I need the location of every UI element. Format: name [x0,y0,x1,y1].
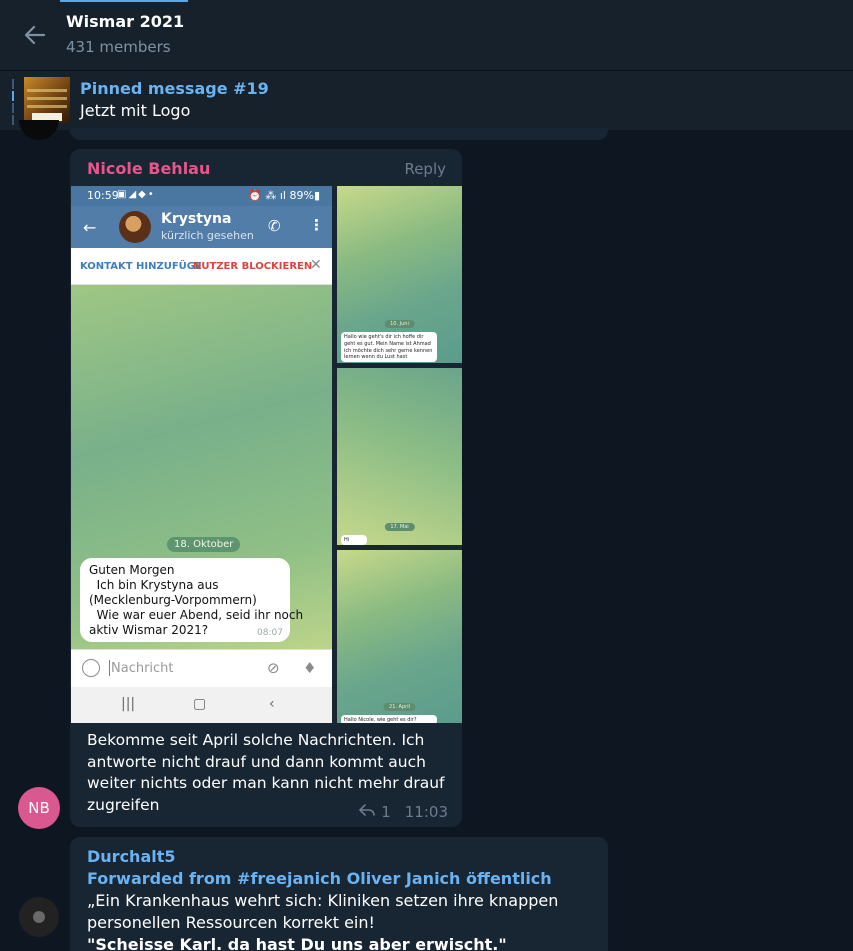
avatar[interactable] [19,897,59,937]
pinned-text: Jetzt mit Logo [80,101,191,120]
phone-chat-header: ← Krystyna kürzlich gesehen ✆ ⋮ [71,206,332,248]
chat-window: Wismar 2021 431 members Pinned message #… [0,0,853,951]
phone-battery: ⏰ ⁂ ıl 89%▮ [248,189,320,202]
thumb-message: Hallo Nicole, wie geht es dir? [341,715,437,723]
photo-thumbnail[interactable]: 17. Mai Hi [337,368,462,545]
pinned-thumbnail [24,77,70,123]
message-time: 11:03 [404,803,448,821]
previous-message-bubble [70,128,608,140]
chat-header: Wismar 2021 431 members [0,0,853,70]
mic-icon: ♦ [303,659,317,677]
attach-icon: ⊘ [267,659,280,677]
phone-message-time: 08:07 [257,628,283,638]
text-cursor [109,660,110,676]
reply-button[interactable]: Reply [404,160,446,178]
phone-contact-status: kürzlich gesehen [161,229,254,242]
thumb-date: 21. April [383,703,416,711]
pinned-message-bar[interactable]: Pinned message #19 Jetzt mit Logo [0,70,853,130]
photo-thumbnail[interactable]: 21. April Hallo Nicole, wie geht es dir? [337,550,462,723]
emoji-icon [82,659,100,677]
pinned-title: Pinned message #19 [80,79,269,98]
photo-thumbnail[interactable]: 10. Juni Hallo wie geht's dir ich hoffe … [337,186,462,363]
thumb-message: Hallo wie geht's dir ich hoffe dir geht … [341,332,437,362]
avatar[interactable] [19,120,59,140]
phone-chat-area: 18. Oktober Guten Morgen Ich bin Krystyn… [71,285,332,649]
thumb-message: Hi [341,535,367,545]
sender-name[interactable]: Durchalt5 [87,847,176,866]
pinned-indicator [12,79,14,125]
phone-add-contact: KONTAKT HINZUFÜGE [80,261,202,272]
phone-date-label: 18. Oktober [167,537,241,552]
sender-name[interactable]: Nicole Behlau [87,159,210,178]
header-progress-line [60,0,188,2]
phone-input-bar: Nachricht ⊘ ♦ [71,649,332,687]
phone-input-placeholder: Nachricht [111,661,174,676]
avatar[interactable]: NB [18,787,60,829]
message-text-line: "Scheisse Karl. da hast Du uns aber erwi… [87,935,507,951]
chat-title[interactable]: Wismar 2021 [66,12,184,31]
forwarded-from[interactable]: Forwarded from #freejanich Oliver Janich… [87,869,552,888]
back-arrow-icon[interactable] [18,20,52,50]
message-meta: 1 11:03 [359,803,448,821]
thumb-date: 10. Juni [384,320,415,328]
message-text-line: „Ein Krankenhaus wehrt sich: Kliniken se… [87,891,559,910]
message-text-line: personellen Ressourcen korrekt ein! [87,913,375,932]
photo-main[interactable]: 10:59 ▣◢◆• ⏰ ⁂ ıl 89%▮ ← Krystyna kürzli… [71,186,332,723]
home-icon: ▢ [193,696,207,712]
member-count: 431 members [66,38,171,56]
forwarded-message-bubble: Durchalt5 Forwarded from #freejanich Oli… [70,837,608,951]
phone-contact-name: Krystyna [161,211,232,227]
reply-count-icon[interactable] [359,803,376,821]
back-arrow-icon: ← [83,218,97,237]
more-vert-icon: ⋮ [309,216,324,234]
phone-status-bar: 10:59 ▣◢◆• ⏰ ⁂ ıl 89%▮ [71,186,332,206]
status-icons: ▣◢◆• [117,189,156,200]
thumb-date: 17. Mai [384,523,415,531]
phone-nav-bar: ||| ▢ ‹ [71,687,332,723]
phone-status-time: 10:59 [87,189,119,202]
phone-action-bar: KONTAKT HINZUFÜGE NUTZER BLOCKIEREN ✕ [71,248,332,285]
back-nav-icon: ‹ [269,696,275,712]
reply-count: 1 [381,803,391,821]
phone-call-icon: ✆ [268,217,281,235]
avatar [119,211,151,243]
phone-block-user: NUTZER BLOCKIEREN [193,261,313,272]
message-bubble: Nicole Behlau Reply 10:59 ▣◢◆• ⏰ ⁂ ıl 89… [70,149,462,827]
recent-apps-icon: ||| [121,696,136,712]
close-icon: ✕ [310,257,322,273]
